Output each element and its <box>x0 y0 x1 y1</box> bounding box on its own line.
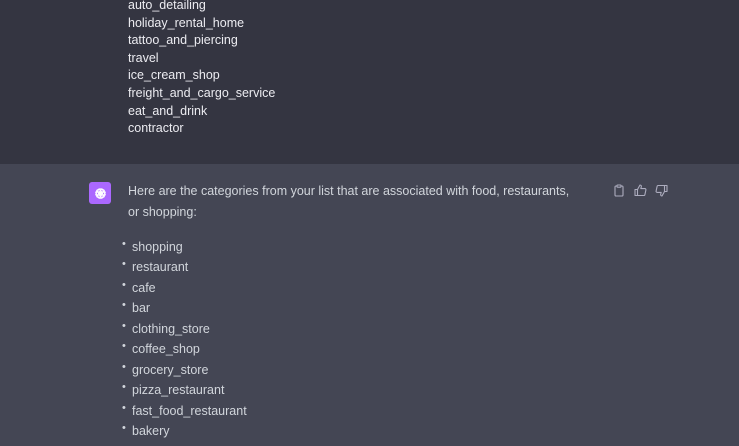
user-list-item: eat_and_drink <box>128 103 208 118</box>
like-button[interactable] <box>633 183 647 197</box>
user-list-item: auto_detailing <box>128 0 206 12</box>
user-list-item: contractor <box>128 121 184 136</box>
copy-button[interactable] <box>612 183 626 197</box>
bullet-icon: • <box>122 381 126 394</box>
assistant-message-block: Here are the categories from your list t… <box>0 164 739 446</box>
thumbs-down-icon <box>655 184 668 197</box>
bullet-icon: • <box>122 299 126 312</box>
assistant-answer-list: • shopping • restaurant • cafe • bar • clothi… <box>122 237 247 441</box>
answer-item-label: bar <box>132 301 151 316</box>
bullet-icon: • <box>122 421 126 434</box>
bullet-icon: • <box>122 238 126 250</box>
answer-item-label: cafe <box>132 280 156 295</box>
answer-list-item: • grocery_store <box>122 360 247 380</box>
bullet-icon: • <box>122 258 126 271</box>
answer-list-item: • bar <box>122 298 247 318</box>
user-list-item: holiday_rental_home <box>128 15 245 30</box>
assistant-intro-text: Here are the categories from your list t… <box>128 184 570 219</box>
answer-list-item: • cafe <box>122 278 247 298</box>
answer-list-item: • pizza_restaurant <box>122 380 247 400</box>
answer-item-label: coffee_shop <box>132 342 200 357</box>
user-list-item: ice_cream_shop <box>128 68 220 83</box>
answer-list-item: • clothing_store <box>122 319 247 339</box>
message-actions <box>612 183 668 197</box>
openai-logo-icon <box>94 187 106 199</box>
bullet-icon: • <box>122 401 126 414</box>
user-message-block: auto_detailing holiday_rental_home tatto… <box>0 0 739 164</box>
answer-item-label: clothing_store <box>132 321 210 336</box>
answer-item-label: bakery <box>132 423 170 438</box>
bullet-icon: • <box>122 278 126 291</box>
clipboard-icon <box>614 183 624 197</box>
answer-list-item: • bakery <box>122 421 247 441</box>
user-list-item: tattoo_and_piercing <box>128 33 238 48</box>
dislike-button[interactable] <box>654 183 668 197</box>
answer-list-item: • shopping <box>122 237 247 257</box>
assistant-avatar <box>89 182 111 204</box>
user-message-list: auto_detailing holiday_rental_home tatto… <box>128 0 275 138</box>
answer-list-item: • restaurant <box>122 257 247 277</box>
bullet-icon: • <box>122 319 126 332</box>
answer-list-item: • coffee_shop <box>122 339 247 359</box>
bullet-icon: • <box>122 360 126 373</box>
user-list-item: freight_and_cargo_service <box>128 85 276 100</box>
answer-item-label: grocery_store <box>132 362 209 377</box>
thumbs-up-icon <box>633 183 646 196</box>
answer-item-label: shopping <box>132 240 183 254</box>
answer-item-label: restaurant <box>132 260 189 275</box>
answer-item-label: fast_food_restaurant <box>132 403 247 418</box>
user-list-item: travel <box>128 50 159 65</box>
answer-item-label: pizza_restaurant <box>132 383 225 398</box>
answer-list-item: • fast_food_restaurant <box>122 401 247 421</box>
bullet-icon: • <box>122 340 126 353</box>
